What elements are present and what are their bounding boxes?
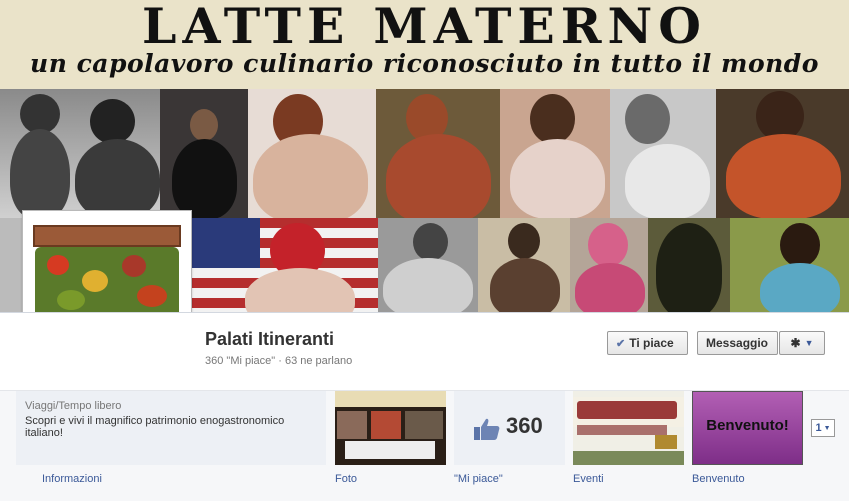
- apps-strip: Viaggi/Tempo libero Scopri e vivi il mag…: [0, 390, 849, 501]
- settings-dropdown-button[interactable]: ✱ ▼: [779, 331, 825, 355]
- more-apps-count: 1: [815, 422, 822, 434]
- collage-photo: [570, 218, 648, 312]
- check-icon: ✔: [616, 337, 626, 350]
- app-label-mi-piace[interactable]: "Mi piace": [454, 473, 503, 485]
- page-stats: 360 "Mi piace" · 63 ne parlano: [205, 355, 353, 367]
- about-box[interactable]: Viaggi/Tempo libero Scopri e vivi il mag…: [16, 391, 326, 465]
- cover-collage-row-1: [0, 89, 849, 218]
- collage-photo: [648, 218, 730, 312]
- app-thumb-mi-piace[interactable]: 360: [454, 391, 565, 465]
- app-label-informazioni[interactable]: Informazioni: [42, 473, 102, 485]
- like-button-label: Ti piace: [629, 336, 674, 350]
- collage-photo: [730, 218, 849, 312]
- page-title[interactable]: Palati Itineranti: [205, 329, 334, 350]
- collage-photo: [500, 89, 610, 218]
- message-button-label: Messaggio: [706, 336, 769, 350]
- page-category: Viaggi/Tempo libero: [25, 400, 122, 412]
- collage-photo: [610, 89, 716, 218]
- page-header: Palati Itineranti 360 "Mi piace" · 63 ne…: [0, 312, 849, 392]
- collage-photo: [248, 89, 376, 218]
- message-button[interactable]: Messaggio: [697, 331, 778, 355]
- collage-photo: [190, 218, 378, 312]
- app-thumb-foto[interactable]: [335, 391, 446, 465]
- collage-photo: [716, 89, 849, 218]
- like-button[interactable]: ✔ Ti piace: [607, 331, 688, 355]
- collage-photo: [160, 89, 248, 218]
- app-label-benvenuto[interactable]: Benvenuto: [692, 473, 745, 485]
- chevron-down-icon: ▼: [823, 424, 831, 432]
- app-thumb-eventi[interactable]: [573, 391, 684, 465]
- app-label-foto[interactable]: Foto: [335, 473, 357, 485]
- app-thumb-benvenuto[interactable]: Benvenuto!: [692, 391, 803, 465]
- page-description: Scopri e vivi il magnifico patrimonio en…: [25, 415, 285, 439]
- cover-banner: LATTE MATERNO un capolavoro culinario ri…: [0, 0, 849, 89]
- collage-photo: [478, 218, 570, 312]
- collage-photo: [0, 89, 160, 218]
- app-label-eventi[interactable]: Eventi: [573, 473, 604, 485]
- collage-photo: [378, 218, 478, 312]
- more-apps-button[interactable]: 1 ▼: [811, 419, 835, 437]
- chevron-down-icon: ▼: [804, 338, 814, 348]
- collage-photo: [376, 89, 500, 218]
- gear-icon: ✱: [790, 336, 801, 350]
- like-count: 360: [506, 413, 543, 438]
- banner-subtitle: un capolavoro culinario riconosciuto in …: [30, 49, 819, 78]
- benvenuto-thumb-text: Benvenuto!: [706, 417, 789, 434]
- thumbs-up-icon: [474, 418, 500, 440]
